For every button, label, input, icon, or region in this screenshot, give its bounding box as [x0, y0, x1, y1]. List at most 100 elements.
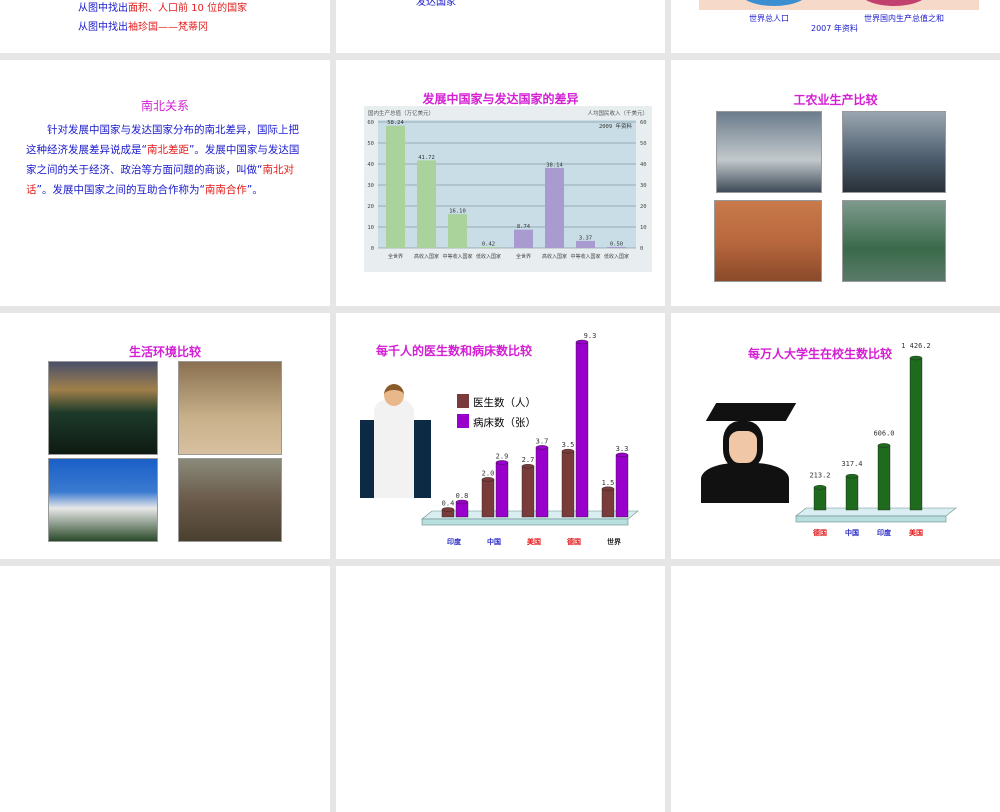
- bar-top: [909, 355, 923, 361]
- bar: [615, 454, 629, 518]
- slide-thumbnail-students-chart[interactable]: 每万人大学生在校生数比较 213.2 德国 317.4 中国 606.0 印度 1 426.…: [671, 313, 1000, 559]
- slide-thumbnail-industry[interactable]: 工农业生产比较: [671, 60, 1000, 306]
- data-label: 2.0: [482, 469, 495, 477]
- plot-area: [378, 120, 636, 248]
- bar-top: [845, 473, 859, 479]
- bar-top: [521, 463, 535, 469]
- slide-title: 工农业生产比较: [793, 93, 878, 107]
- y-tick-label: 0: [371, 246, 374, 252]
- slide-thumbnail-north-south[interactable]: 南北关系 针对发展中国家与发达国家分布的南北差异，国际上把这种经济发展差异说成是…: [0, 60, 330, 306]
- photo-house: [48, 458, 158, 542]
- slide-title: 南北关系: [140, 99, 189, 113]
- chart-base: [795, 515, 947, 523]
- bar: [386, 125, 405, 248]
- bar: [576, 240, 595, 248]
- x-tick-label: 低收入国家: [476, 253, 501, 260]
- data-label: 0.50: [610, 241, 623, 247]
- x-tick-label: 中等收入国家: [442, 253, 472, 260]
- slide-thumbnail-developed[interactable]: 发达国家: [336, 0, 665, 53]
- y-tick-label: 40: [640, 162, 647, 168]
- paragraph: 针对发展中国家与发达国家分布的南北差异，国际上把这种经济发展差异说成是“南北差距…: [26, 124, 300, 196]
- y-tick-label: 10: [640, 225, 647, 231]
- slide-thumbnail[interactable]: [336, 566, 665, 812]
- slide-thumbnail-gdp-chart[interactable]: 发展中国家与发达国家的差异 国内生产总值（万亿美元） 人均国民收入（千美元） 200…: [336, 60, 665, 306]
- bar: [417, 160, 436, 248]
- data-label: 16.10: [449, 209, 466, 215]
- label: 2007 年资料: [811, 24, 858, 33]
- bar: [448, 214, 467, 248]
- bar: [535, 447, 549, 518]
- slide-thumbnail-pie[interactable]: 世界总人口 世界国内生产总值之和 2007 年资料: [671, 0, 1000, 53]
- y-axis-label-right: 人均国民收入（千美元）: [587, 109, 648, 117]
- data-label: 1.5: [602, 479, 615, 487]
- slide-title: 生活环境比较: [128, 345, 201, 359]
- bar: [455, 501, 469, 518]
- y-axis-label-left: 国内生产总值（万亿美元）: [368, 109, 434, 117]
- bar-top: [441, 507, 455, 512]
- bar: [845, 475, 859, 511]
- y-tick-label: 40: [367, 162, 374, 168]
- label: 世界国内生产总值之和: [864, 14, 944, 23]
- data-label: 3.37: [579, 235, 592, 241]
- bar: [495, 462, 509, 518]
- data-label: 3.3: [616, 445, 629, 453]
- students-bar-chart: 213.2 德国 317.4 中国 606.0 印度 1 426.2 美国: [795, 342, 957, 537]
- bar-top: [495, 460, 509, 465]
- doctors-beds-bar-chart: 0.40.8 印度 2.0 2.9 中国 2.7 3.7 美国 3.5 9.3 德国 1.5 3.3 世界: [421, 332, 639, 546]
- bar-top: [813, 485, 827, 490]
- photo-oil-workers: [842, 111, 946, 193]
- data-label: 58.24: [387, 120, 404, 126]
- y-tick-label: 20: [367, 204, 374, 210]
- data-label: 2.7: [522, 456, 535, 464]
- x-tick-label: 德国: [567, 537, 581, 546]
- bar-top: [561, 448, 575, 454]
- data-label: 0.8: [456, 492, 469, 500]
- photo-mud-hut: [178, 458, 282, 542]
- bar-top: [535, 445, 549, 450]
- photo-factory-worker: [716, 111, 822, 193]
- x-tick-label: 中国: [487, 537, 501, 546]
- slide-thumbnail[interactable]: [0, 566, 330, 812]
- bar-top: [481, 477, 495, 482]
- data-label: 317.4: [841, 460, 862, 468]
- chart-note: 2009 年资料: [599, 122, 633, 130]
- bar: [481, 479, 495, 518]
- bar: [561, 450, 575, 518]
- bar-top: [575, 339, 589, 345]
- data-label: 2.9: [496, 452, 509, 460]
- y-tick-label: 10: [367, 225, 374, 231]
- x-tick-label: 低收入国家: [604, 253, 629, 260]
- slide-thumbnail-world-map[interactable]: 从图中找出面积、人口前 10 位的国家 从图中找出袖珍国——梵蒂冈: [0, 0, 330, 53]
- slide-thumbnail-doctors-chart[interactable]: 每千人的医生数和病床数比较 医生数（人） 病床数（张） 0.4 0.8 印度 2.0 2…: [336, 313, 665, 559]
- chart-base: [421, 518, 629, 526]
- label: 世界总人口: [749, 14, 789, 23]
- data-label: 0.4: [442, 499, 455, 507]
- data-label: 8.74: [517, 224, 531, 230]
- data-label: 3.5: [562, 441, 575, 449]
- bar-top: [615, 452, 629, 458]
- y-tick-label: 30: [367, 183, 374, 189]
- photo-city-houses: [48, 361, 158, 455]
- x-tick-label: 印度: [447, 537, 462, 546]
- slide-thumbnail-living[interactable]: 生活环境比较: [0, 313, 330, 559]
- bar: [909, 357, 923, 511]
- data-label: 38.14: [546, 162, 563, 168]
- text-line: 从图中找出袖珍国——梵蒂冈: [78, 22, 208, 33]
- x-tick-label: 中等收入国家: [570, 253, 600, 260]
- y-tick-label: 20: [640, 204, 647, 210]
- x-tick-label: 德国: [813, 528, 827, 537]
- photo-harvester: [714, 200, 822, 282]
- y-tick-label: 30: [640, 183, 647, 189]
- x-tick-label: 世界: [607, 537, 622, 546]
- x-tick-label: 高收入国家: [542, 253, 567, 260]
- bar: [514, 229, 533, 248]
- x-tick-label: 印度: [877, 528, 892, 537]
- text-line: 发达国家: [416, 0, 456, 8]
- photo-hut-man: [178, 361, 282, 455]
- slide-thumbnail[interactable]: [671, 566, 1000, 812]
- pie-image: [699, 0, 979, 10]
- y-tick-label: 60: [640, 120, 647, 126]
- bar: [601, 488, 615, 518]
- x-tick-label: 高收入国家: [414, 253, 439, 260]
- photo-rice-field: [842, 200, 946, 282]
